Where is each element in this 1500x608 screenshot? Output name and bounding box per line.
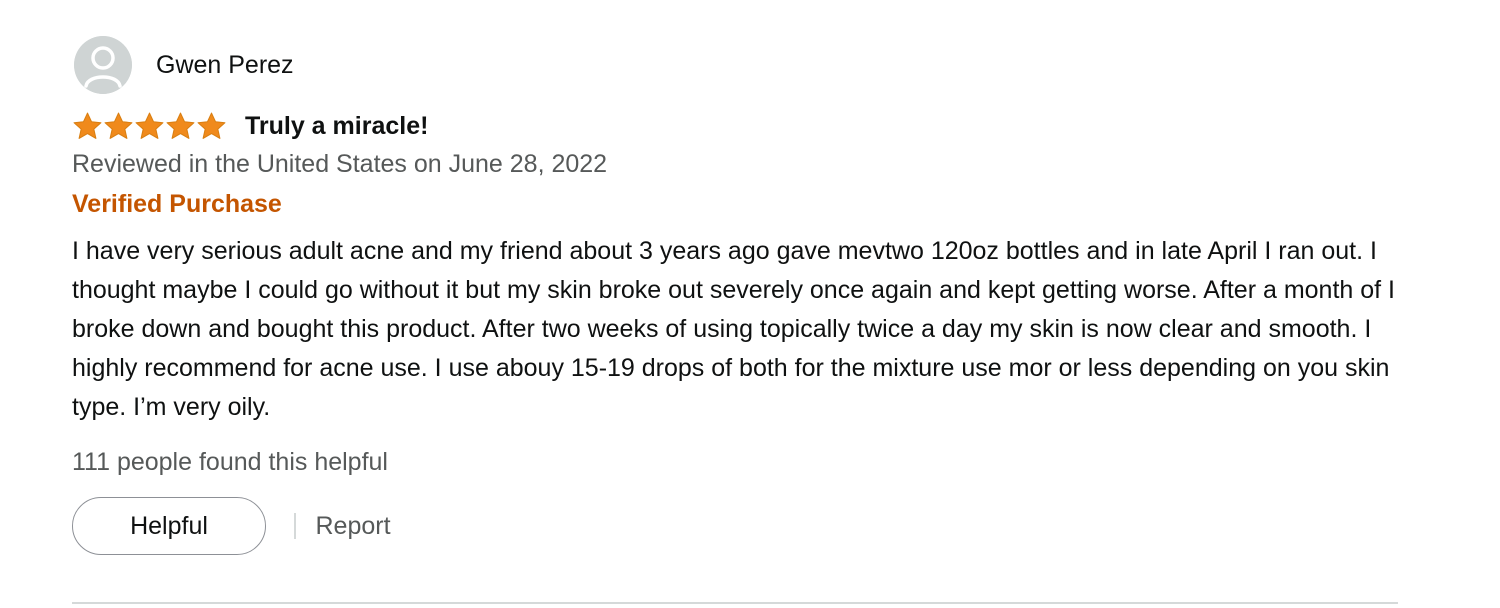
helpful-count: 111 people found this helpful xyxy=(72,448,388,476)
star-icon xyxy=(73,112,102,139)
customer-review: Gwen Perez Truly a miracle! Reviewed in … xyxy=(72,0,1412,608)
review-body: I have very serious adult acne and my fr… xyxy=(72,237,1395,421)
star-icon xyxy=(197,112,226,139)
verified-purchase-badge: Verified Purchase xyxy=(72,190,282,218)
review-title-row: Truly a miracle! xyxy=(72,108,428,144)
helpful-button[interactable]: Helpful xyxy=(72,497,266,555)
reviewer-profile[interactable]: Gwen Perez xyxy=(74,36,294,94)
star-rating[interactable] xyxy=(72,108,227,144)
report-link[interactable]: Report xyxy=(316,510,391,542)
default-user-icon xyxy=(74,36,132,94)
reviewer-name[interactable]: Gwen Perez xyxy=(156,50,294,80)
star-icon xyxy=(135,112,164,139)
review-date: Reviewed in the United States on June 28… xyxy=(72,150,608,178)
star-icon xyxy=(104,112,133,139)
review-title[interactable]: Truly a miracle! xyxy=(245,111,428,141)
action-divider xyxy=(294,513,296,539)
star-icon xyxy=(166,112,195,139)
review-actions: Helpful Report xyxy=(72,496,391,556)
review-divider xyxy=(72,602,1398,604)
